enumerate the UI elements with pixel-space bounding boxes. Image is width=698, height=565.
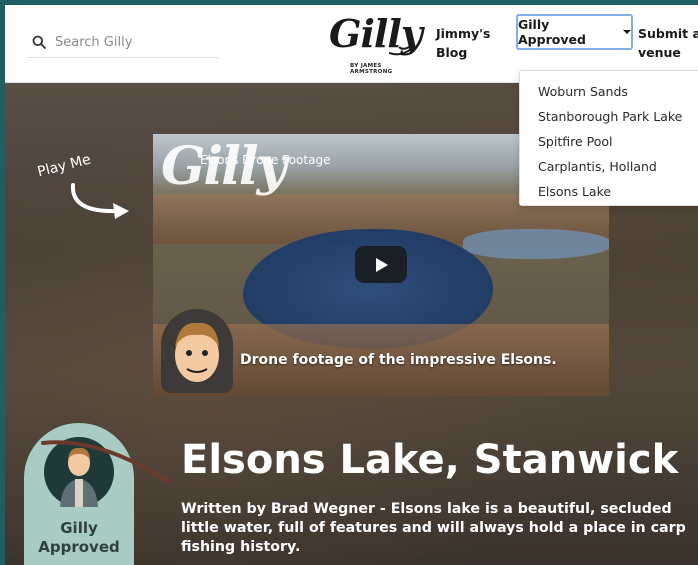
play-me-label: Play Me <box>35 151 93 181</box>
curved-arrow-icon <box>70 183 129 219</box>
cartoon-avatar-icon <box>161 309 233 393</box>
menu-item-elsons-lake[interactable]: Elsons Lake <box>520 179 698 204</box>
menu-item-spitfire-pool[interactable]: Spitfire Pool <box>520 129 698 154</box>
nav-gilly-approved-label: Gilly Approved <box>518 17 586 47</box>
gilly-approved-menu: Woburn Sands Stanborough Park Lake Spitf… <box>519 70 698 206</box>
search-input[interactable] <box>55 34 205 50</box>
nav-gilly-approved-dropdown[interactable]: Gilly Approved <box>516 14 633 50</box>
search-bar[interactable] <box>27 27 219 58</box>
caret-down-icon <box>623 30 631 34</box>
menu-item-woburn-sands[interactable]: Woburn Sands <box>520 79 698 104</box>
site-logo[interactable]: Gilly BY JAMES ARMSTRONG <box>327 11 423 75</box>
badge-label: Gilly Approved <box>24 519 134 557</box>
badge-label-line1: Gilly <box>60 519 98 537</box>
video-thumbnail-water <box>463 229 609 259</box>
search-icon <box>32 35 46 49</box>
play-button[interactable] <box>355 246 407 283</box>
menu-item-stanborough-park-lake[interactable]: Stanborough Park Lake <box>520 104 698 129</box>
badge-label-line2: Approved <box>38 538 120 556</box>
page-description: Written by Brad Wegner - Elsons lake is … <box>181 501 686 555</box>
video-caption: Drone footage of the impressive Elsons. <box>240 352 557 368</box>
gilly-approved-badge: Gilly Approved <box>24 423 169 565</box>
page-title: Elsons Lake, Stanwick <box>181 437 679 483</box>
video-title[interactable]: Elsons Drone Footage <box>200 153 330 167</box>
page: Gilly BY JAMES ARMSTRONG Jimmy's Blog Gi… <box>5 5 698 565</box>
fishing-rod-icon <box>41 440 169 483</box>
menu-item-carplantis-holland[interactable]: Carplantis, Holland <box>520 154 698 179</box>
logo-byline: BY JAMES ARMSTRONG <box>350 63 393 75</box>
nav-jimmys-blog[interactable]: Jimmy's Blog <box>436 24 506 62</box>
nav-submit-venue[interactable]: Submit a venue <box>638 24 698 62</box>
logo-swoosh-icon <box>389 44 415 56</box>
